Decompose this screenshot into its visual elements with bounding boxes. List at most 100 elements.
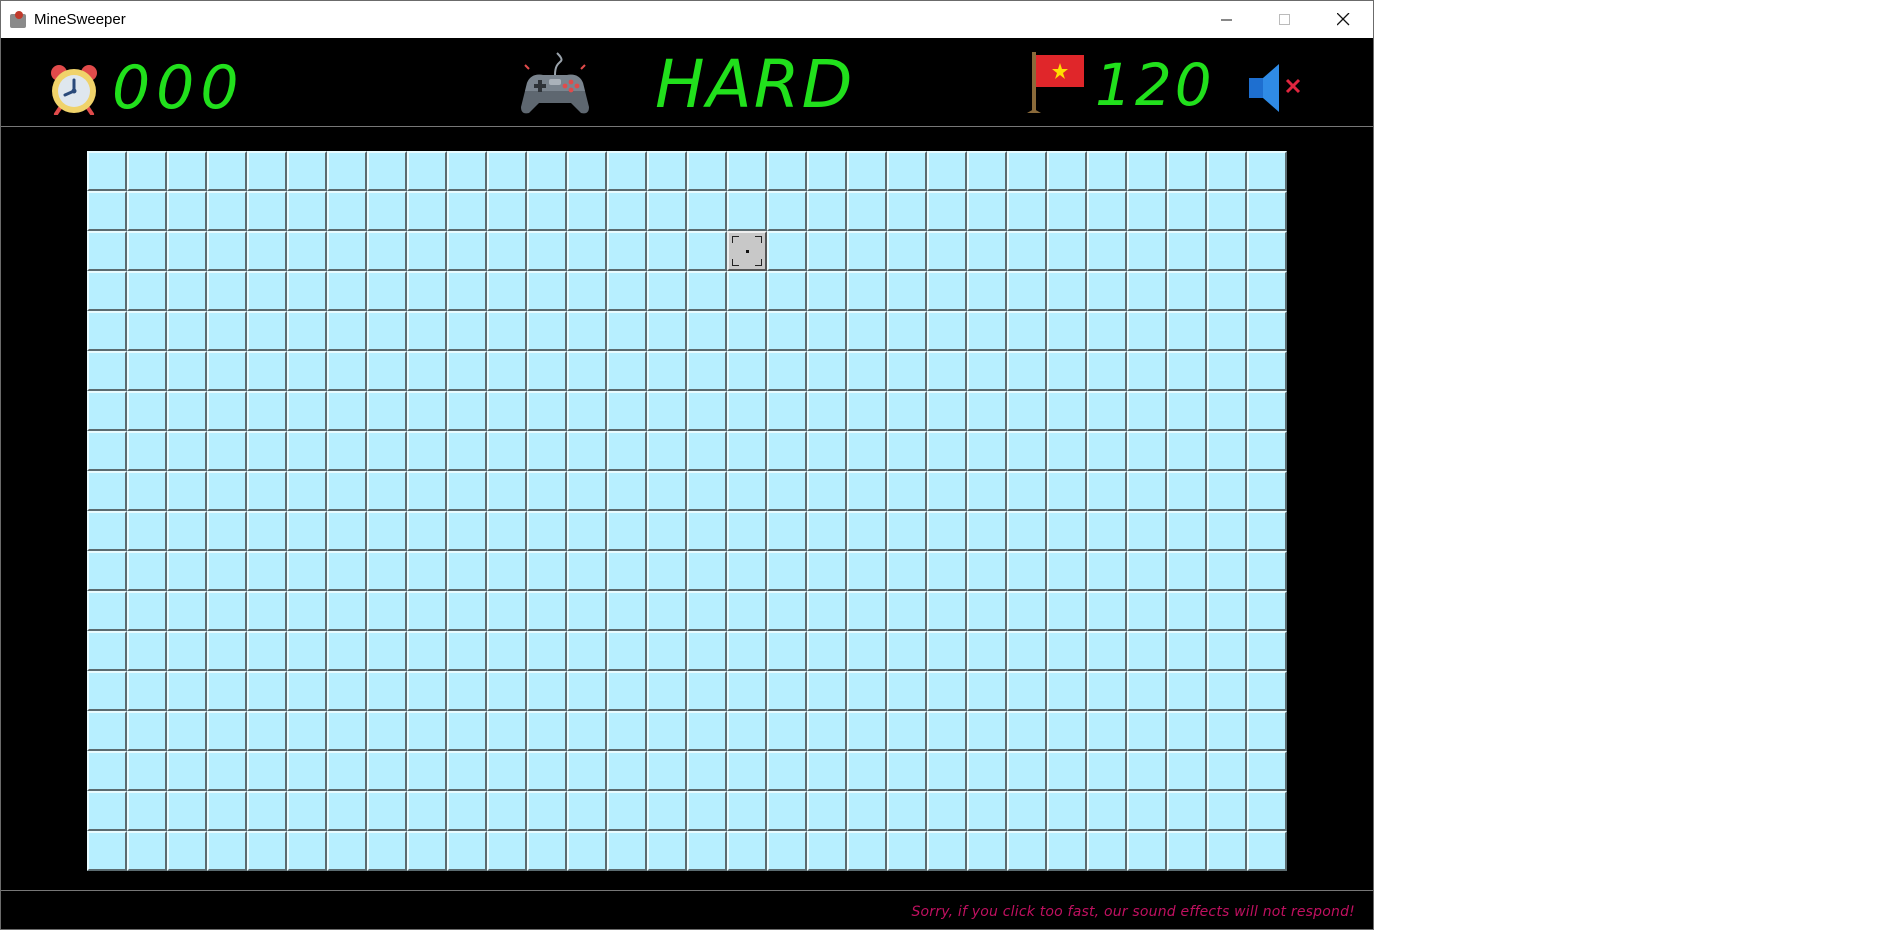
board-cell[interactable] <box>1207 671 1247 711</box>
board-cell[interactable] <box>447 631 487 671</box>
board-cell[interactable] <box>967 591 1007 631</box>
board-cell[interactable] <box>287 591 327 631</box>
board-cell[interactable] <box>607 551 647 591</box>
board-cell[interactable] <box>847 431 887 471</box>
board-cell[interactable] <box>567 191 607 231</box>
board-cell[interactable] <box>327 591 367 631</box>
board-cell[interactable] <box>967 151 1007 191</box>
board-cell[interactable] <box>1127 271 1167 311</box>
board-cell[interactable] <box>247 551 287 591</box>
board-cell[interactable] <box>447 391 487 431</box>
board-cell[interactable] <box>727 711 767 751</box>
board-cell[interactable] <box>487 471 527 511</box>
board-cell[interactable] <box>1167 631 1207 671</box>
board-cell[interactable] <box>607 631 647 671</box>
board-cell[interactable] <box>927 391 967 431</box>
board-cell[interactable] <box>447 671 487 711</box>
board-cell[interactable] <box>167 151 207 191</box>
board-cell[interactable] <box>927 511 967 551</box>
board-cell[interactable] <box>1127 231 1167 271</box>
board-cell[interactable] <box>607 391 647 431</box>
board-cell[interactable] <box>1127 151 1167 191</box>
board-cell[interactable] <box>887 631 927 671</box>
board-cell[interactable] <box>247 711 287 751</box>
board-cell[interactable] <box>887 351 927 391</box>
board-cell[interactable] <box>247 511 287 551</box>
board-cell[interactable] <box>607 671 647 711</box>
board-cell[interactable] <box>1167 391 1207 431</box>
board-cell[interactable] <box>367 471 407 511</box>
board-cell[interactable] <box>607 791 647 831</box>
board-cell[interactable] <box>407 831 447 871</box>
board-cell[interactable] <box>1207 471 1247 511</box>
board-cell[interactable] <box>127 311 167 351</box>
board-cell[interactable] <box>1247 551 1287 591</box>
board-cell[interactable] <box>647 391 687 431</box>
board-cell[interactable] <box>1167 231 1207 271</box>
board-cell[interactable] <box>287 671 327 711</box>
board-cell[interactable] <box>927 231 967 271</box>
board-cell[interactable] <box>87 711 127 751</box>
board-cell[interactable] <box>967 551 1007 591</box>
board-cell[interactable] <box>687 231 727 271</box>
board-cell[interactable] <box>1087 711 1127 751</box>
board-cell[interactable] <box>727 191 767 231</box>
board-cell[interactable] <box>647 711 687 751</box>
board-cell[interactable] <box>247 751 287 791</box>
board-cell[interactable] <box>527 271 567 311</box>
board-cell[interactable] <box>487 391 527 431</box>
board-cell[interactable] <box>287 631 327 671</box>
board-cell[interactable] <box>1087 471 1127 511</box>
board-cell[interactable] <box>607 591 647 631</box>
board-cell[interactable] <box>1087 511 1127 551</box>
board-cell[interactable] <box>567 351 607 391</box>
board-cell[interactable] <box>607 351 647 391</box>
board-cell[interactable] <box>367 151 407 191</box>
board-cell[interactable] <box>207 431 247 471</box>
board-cell[interactable] <box>967 791 1007 831</box>
board-cell[interactable] <box>1247 231 1287 271</box>
board-cell[interactable] <box>967 671 1007 711</box>
board-cell[interactable] <box>687 591 727 631</box>
board-cell[interactable] <box>327 751 367 791</box>
board-cell[interactable] <box>767 551 807 591</box>
board-cell[interactable] <box>127 791 167 831</box>
board-cell[interactable] <box>847 471 887 511</box>
board-cell[interactable] <box>327 391 367 431</box>
board-cell[interactable] <box>487 191 527 231</box>
board-cell[interactable] <box>527 791 567 831</box>
board-cell[interactable] <box>127 231 167 271</box>
board-cell[interactable] <box>127 271 167 311</box>
board-cell[interactable] <box>527 471 567 511</box>
board-cell[interactable] <box>367 391 407 431</box>
board-cell[interactable] <box>727 511 767 551</box>
board-cell[interactable] <box>647 631 687 671</box>
board-cell[interactable] <box>1087 831 1127 871</box>
board-cell[interactable] <box>887 231 927 271</box>
board-cell[interactable] <box>1207 191 1247 231</box>
board-cell[interactable] <box>247 351 287 391</box>
board-cell[interactable] <box>647 791 687 831</box>
board-cell[interactable] <box>287 271 327 311</box>
board-cell[interactable] <box>1007 391 1047 431</box>
board-cell[interactable] <box>87 471 127 511</box>
board-cell[interactable] <box>327 511 367 551</box>
board-cell[interactable] <box>87 351 127 391</box>
board-cell[interactable] <box>967 391 1007 431</box>
board-cell[interactable] <box>927 311 967 351</box>
board-cell[interactable] <box>1167 751 1207 791</box>
board-cell[interactable] <box>767 231 807 271</box>
board-cell[interactable] <box>1127 711 1167 751</box>
board-cell[interactable] <box>207 511 247 551</box>
board-cell[interactable] <box>1007 791 1047 831</box>
board-cell[interactable] <box>207 551 247 591</box>
board-cell[interactable] <box>407 511 447 551</box>
board-cell[interactable] <box>327 431 367 471</box>
board-cell[interactable] <box>207 151 247 191</box>
board-cell[interactable] <box>167 271 207 311</box>
board-cell[interactable] <box>167 671 207 711</box>
board-cell[interactable] <box>1007 191 1047 231</box>
board-cell[interactable] <box>727 271 767 311</box>
board-cell[interactable] <box>1007 311 1047 351</box>
board-cell[interactable] <box>967 831 1007 871</box>
